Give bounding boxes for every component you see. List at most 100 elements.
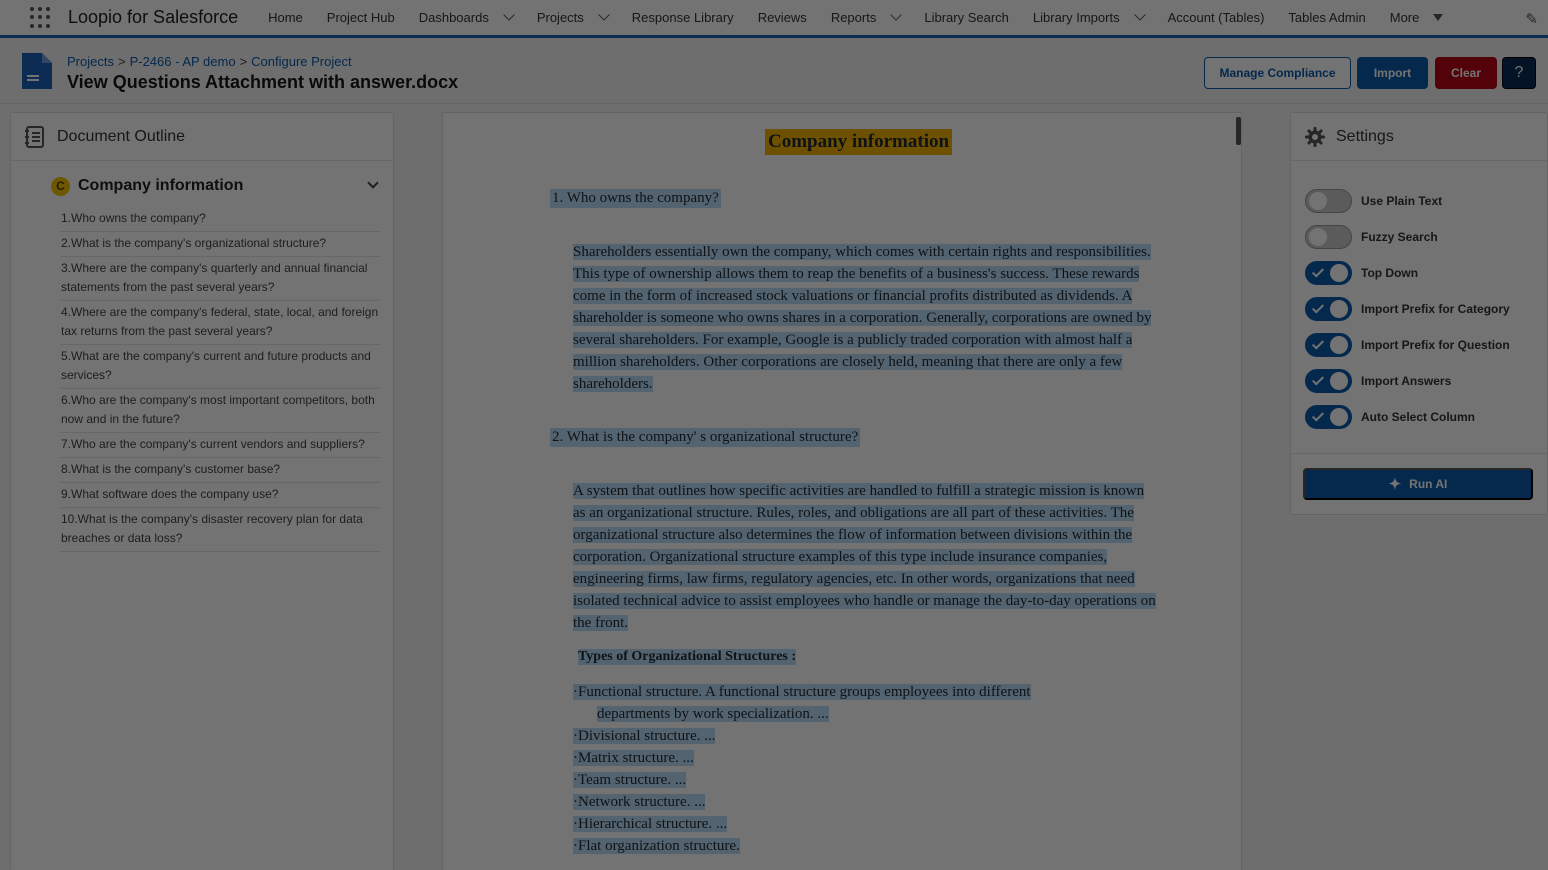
nav-library-search[interactable]: Library Search [912,0,1021,37]
nav-project-hub[interactable]: Project Hub [315,0,407,37]
nav-reviews[interactable]: Reviews [746,0,819,37]
outline-question-item[interactable]: 2.What is the company's organizational s… [60,232,380,257]
chevron-down-icon[interactable] [503,9,515,21]
check-icon [1311,373,1325,386]
top-nav: Loopio for Salesforce Home Project Hub D… [0,0,1548,38]
edit-pencil-icon[interactable]: ✎ [1525,10,1538,28]
document-question[interactable]: 2. What is the company' s organizational… [550,428,861,447]
setting-import-answers: Import Answers [1305,369,1451,393]
bullet-item: ·Divisional structure. ... [573,728,716,744]
outline-list-icon [25,125,44,148]
bullet-item: ·Hierarchical structure. ... [573,816,728,832]
app-launcher-icon[interactable] [30,6,52,29]
section-label: Company information [78,177,244,194]
bullet-item: ·Team structure. ... [573,772,687,788]
document-answer[interactable]: Shareholders essentially own the company… [573,241,1158,395]
breadcrumb: Projects > P-2466 - AP demo > Configure Proj… [67,54,352,69]
setting-auto-select-column: Auto Select Column [1305,405,1475,429]
outline-question-item[interactable]: 8.What is the company's customer base? [60,458,380,483]
nav-projects[interactable]: Projects [525,0,620,37]
breadcrumb-separator: > [239,54,248,69]
run-ai-label: Run AI [1409,477,1448,491]
page-header: Projects > P-2466 - AP demo > Configure Proj… [0,41,1548,104]
import-answers-toggle[interactable] [1305,369,1352,393]
page-title: View Questions Attachment with answer.do… [67,72,459,92]
answer-text: A system that outlines how specific acti… [573,483,1156,631]
toggle-label: Auto Select Column [1361,410,1476,424]
check-icon [1311,337,1325,350]
nav-label: Home [268,10,303,25]
outline-section-company-information[interactable]: C Company information [51,173,383,199]
nav-reports[interactable]: Reports [819,0,913,37]
category-badge: C [51,176,70,196]
chevron-down-icon[interactable] [890,9,903,21]
outline-question-item[interactable]: 9.What software does the company use? [60,483,380,508]
chevron-down-icon[interactable] [598,9,610,21]
nav-library-imports[interactable]: Library Imports [1021,0,1156,37]
document-subheading: Types of Organizational Structures : [578,649,797,665]
divider [1291,453,1547,454]
toggle-label: Use Plain Text [1361,194,1443,208]
answer-text: Shareholders essentially own the company… [573,244,1152,392]
toggle-label: Top Down [1361,266,1419,280]
outline-question-item[interactable]: 5.What are the company's current and fut… [60,345,380,389]
outline-question-item[interactable]: 6.Who are the company's most important c… [60,389,380,433]
nav-label: Library Search [924,10,1009,25]
nav-label: Reviews [757,10,807,25]
nav-response-library[interactable]: Response Library [620,0,746,37]
setting-top-down: Top Down [1305,261,1418,285]
nav-label: Account (Tables) [1167,10,1265,25]
outline-question-item[interactable]: 10.What is the company's disaster recove… [60,508,380,552]
nav-dashboards[interactable]: Dashboards [407,0,525,37]
breadcrumb-separator: > [117,54,126,69]
nav-label: Dashboards [418,10,489,25]
nav-label: Reports [830,10,877,25]
auto-select-column-toggle[interactable] [1305,405,1352,429]
toggle-label: Import Prefix for Category [1361,302,1510,316]
nav-account-tables[interactable]: Account (Tables) [1156,0,1277,37]
nav-more[interactable]: More [1378,0,1456,37]
chevron-down-icon[interactable] [367,177,379,189]
import-prefix-question-toggle[interactable] [1305,333,1352,357]
bullet-item: departments by work specialization. ... [597,706,829,722]
import-prefix-category-toggle[interactable] [1305,297,1352,321]
run-ai-button[interactable]: ✦ Run AI [1303,468,1533,500]
top-down-toggle[interactable] [1305,261,1352,285]
use-plain-text-toggle[interactable] [1305,189,1352,213]
chevron-down-icon[interactable] [1133,9,1146,21]
help-button[interactable]: ? [1502,57,1536,89]
document-outline-panel: Document Outline C Company information 1… [10,112,394,870]
document-question[interactable]: 1. Who owns the company? [550,189,721,208]
document-heading[interactable]: Company information [765,129,953,155]
bullet-item: ·Functional structure. A functional stru… [573,684,1031,700]
document-bullet-list[interactable]: ·Functional structure. A functional stru… [573,681,1158,857]
nav-home[interactable]: Home [256,0,315,37]
app-name: Loopio for Salesforce [68,7,239,27]
check-icon [1311,301,1325,314]
toggle-label: Import Answers [1361,374,1452,388]
outline-question-item[interactable]: 3.Where are the company's quarterly and … [60,257,380,301]
fuzzy-search-toggle[interactable] [1305,225,1352,249]
breadcrumb-projects[interactable]: Projects [67,54,114,69]
bullet-item: ·Matrix structure. ... [573,750,694,766]
import-button[interactable]: Import [1357,57,1428,89]
clear-button[interactable]: Clear [1435,57,1497,89]
breadcrumb-configure[interactable]: Configure Project [251,54,351,69]
outline-question-item[interactable]: 1.Who owns the company? [60,207,380,232]
document-viewer[interactable]: Company information 1. Who owns the comp… [442,112,1242,870]
breadcrumb-project[interactable]: P-2466 - AP demo [130,54,236,69]
nav-label: Library Imports [1032,10,1120,25]
scrollbar-thumb[interactable] [1236,117,1241,145]
sparkle-icon: ✦ [1388,476,1402,493]
nav-tables-admin[interactable]: Tables Admin [1276,0,1377,37]
settings-header: Settings [1291,113,1547,161]
outline-question-item[interactable]: 7.Who are the company's current vendors … [60,433,380,458]
manage-compliance-button[interactable]: Manage Compliance [1204,57,1351,89]
settings-panel: Settings Use Plain Text Fuzzy Search Top… [1290,112,1548,515]
gear-icon [1305,126,1325,147]
setting-import-prefix-category: Import Prefix for Category [1305,297,1510,321]
document-icon [22,53,52,89]
setting-use-plain-text: Use Plain Text [1305,189,1442,213]
document-answer[interactable]: A system that outlines how specific acti… [573,480,1158,634]
outline-question-item[interactable]: 4.Where are the company's federal, state… [60,301,380,345]
